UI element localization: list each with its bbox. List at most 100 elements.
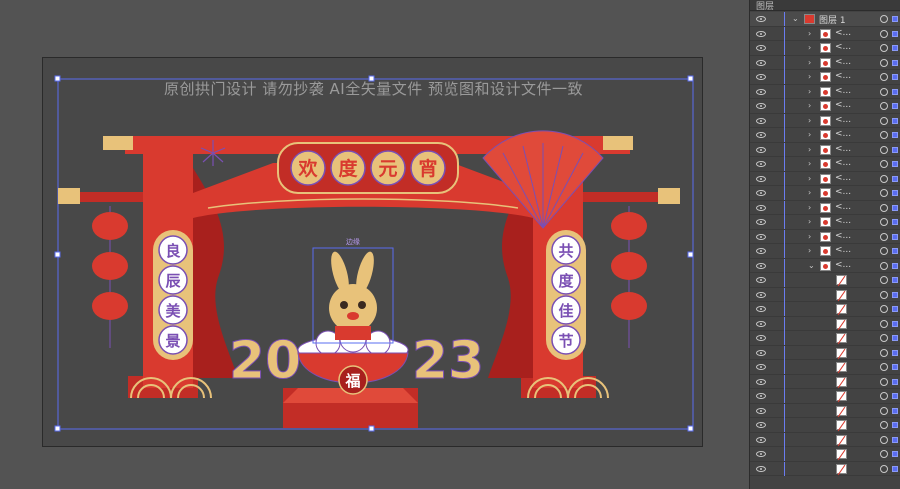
target-circle-icon[interactable] <box>880 203 888 212</box>
layer-name[interactable]: <... <box>835 71 851 81</box>
target-circle-icon[interactable] <box>880 189 888 197</box>
selection-square-icon[interactable] <box>892 364 898 370</box>
visibility-eye-icon[interactable] <box>756 465 766 472</box>
layer-name[interactable]: <... <box>835 216 851 226</box>
target-circle-icon[interactable] <box>880 348 888 357</box>
selection-square-icon[interactable] <box>892 248 898 254</box>
layer-row[interactable] <box>750 432 900 447</box>
target-circle-icon[interactable] <box>880 58 888 67</box>
artboard[interactable]: 原创拱门设计 请勿抄袭 AI全矢量文件 预览图和设计文件一致 欢 度 元 宵 良… <box>42 57 703 447</box>
target-circle-icon[interactable] <box>880 102 888 110</box>
visibility-eye-icon[interactable] <box>756 103 766 109</box>
layer-row[interactable] <box>750 461 900 476</box>
selection-square-icon[interactable] <box>892 175 898 182</box>
layer-name[interactable]: <... <box>835 231 851 241</box>
layer-name[interactable]: <... <box>835 28 851 38</box>
selection-square-icon[interactable] <box>892 204 898 211</box>
visibility-eye-icon[interactable] <box>756 306 766 312</box>
visibility-eye-icon[interactable] <box>756 262 766 269</box>
layer-row[interactable]: › <... <box>750 171 900 186</box>
target-circle-icon[interactable] <box>880 261 888 270</box>
layer-row[interactable]: › <... <box>750 70 900 85</box>
visibility-eye-icon[interactable] <box>756 30 766 37</box>
selection-square-icon[interactable] <box>892 103 898 109</box>
target-circle-icon[interactable] <box>880 218 888 226</box>
visibility-eye-icon[interactable] <box>756 59 766 66</box>
layer-row[interactable] <box>750 360 900 375</box>
expand-chevron-icon[interactable]: › <box>808 188 811 197</box>
selection-square-icon[interactable] <box>892 233 898 240</box>
selection-square-icon[interactable] <box>892 74 898 80</box>
expand-chevron-icon[interactable]: › <box>808 217 811 226</box>
visibility-eye-icon[interactable] <box>756 233 766 240</box>
target-circle-icon[interactable] <box>880 363 888 371</box>
visibility-eye-icon[interactable] <box>756 407 766 414</box>
layer-row[interactable] <box>750 302 900 317</box>
expand-chevron-icon[interactable]: › <box>808 246 811 255</box>
expand-chevron-icon[interactable]: › <box>808 145 811 154</box>
layer-name[interactable]: <... <box>835 173 851 183</box>
selection-square-icon[interactable] <box>892 335 898 341</box>
selection-square-icon[interactable] <box>892 146 898 153</box>
selection-square-icon[interactable] <box>892 88 898 95</box>
visibility-eye-icon[interactable] <box>756 45 766 51</box>
target-circle-icon[interactable] <box>880 232 888 241</box>
target-circle-icon[interactable] <box>880 247 888 255</box>
selection-square-icon[interactable] <box>892 291 898 298</box>
target-circle-icon[interactable] <box>880 421 888 429</box>
visibility-eye-icon[interactable] <box>756 132 766 138</box>
visibility-eye-icon[interactable] <box>756 88 766 95</box>
target-circle-icon[interactable] <box>880 44 888 52</box>
layer-name[interactable]: <... <box>835 42 851 52</box>
selection-square-icon[interactable] <box>892 30 898 37</box>
layer-row[interactable] <box>750 403 900 418</box>
layer-name[interactable]: <... <box>835 115 851 125</box>
target-circle-icon[interactable] <box>880 276 888 284</box>
selection-square-icon[interactable] <box>892 465 898 472</box>
target-circle-icon[interactable] <box>880 290 888 299</box>
target-circle-icon[interactable] <box>880 160 888 168</box>
expand-chevron-icon[interactable]: › <box>808 101 811 110</box>
visibility-eye-icon[interactable] <box>756 219 766 225</box>
layer-row[interactable] <box>750 316 900 331</box>
layer-name[interactable]: <... <box>835 260 851 270</box>
visibility-eye-icon[interactable] <box>756 190 766 196</box>
selection-square-icon[interactable] <box>892 59 898 66</box>
target-circle-icon[interactable] <box>880 464 888 473</box>
expand-chevron-icon[interactable]: ⌄ <box>792 14 799 23</box>
layer-name[interactable]: <... <box>835 129 851 139</box>
visibility-eye-icon[interactable] <box>756 248 766 254</box>
selection-square-icon[interactable] <box>892 161 898 167</box>
layer-row[interactable] <box>750 331 900 346</box>
selection-square-icon[interactable] <box>892 117 898 124</box>
visibility-eye-icon[interactable] <box>756 335 766 341</box>
visibility-eye-icon[interactable] <box>756 74 766 80</box>
visibility-eye-icon[interactable] <box>756 451 766 457</box>
visibility-eye-icon[interactable] <box>756 161 766 167</box>
layer-row[interactable] <box>750 273 900 288</box>
layer-row[interactable]: › <... <box>750 186 900 201</box>
expand-chevron-icon[interactable]: › <box>808 87 811 96</box>
visibility-eye-icon[interactable] <box>756 146 766 153</box>
layer-name[interactable]: <... <box>835 144 851 154</box>
expand-chevron-icon[interactable]: ⌄ <box>808 261 815 270</box>
layer-name[interactable]: <... <box>835 100 851 110</box>
selection-square-icon[interactable] <box>892 306 898 312</box>
layer-row[interactable]: › <... <box>750 113 900 128</box>
target-circle-icon[interactable] <box>880 305 888 313</box>
layer-row[interactable]: › <... <box>750 215 900 230</box>
layer-row[interactable] <box>750 374 900 389</box>
layer-name[interactable]: 图层 1 <box>819 13 846 26</box>
target-circle-icon[interactable] <box>880 73 888 81</box>
expand-chevron-icon[interactable]: › <box>808 203 811 212</box>
target-circle-icon[interactable] <box>880 319 888 328</box>
layer-row[interactable] <box>750 287 900 302</box>
layer-name[interactable]: <... <box>835 202 851 212</box>
expand-chevron-icon[interactable]: › <box>808 43 811 52</box>
target-circle-icon[interactable] <box>880 450 888 458</box>
layer-row[interactable] <box>750 389 900 404</box>
expand-chevron-icon[interactable]: › <box>808 159 811 168</box>
layer-name[interactable]: <... <box>835 245 851 255</box>
visibility-eye-icon[interactable] <box>756 291 766 298</box>
target-circle-icon[interactable] <box>880 392 888 400</box>
